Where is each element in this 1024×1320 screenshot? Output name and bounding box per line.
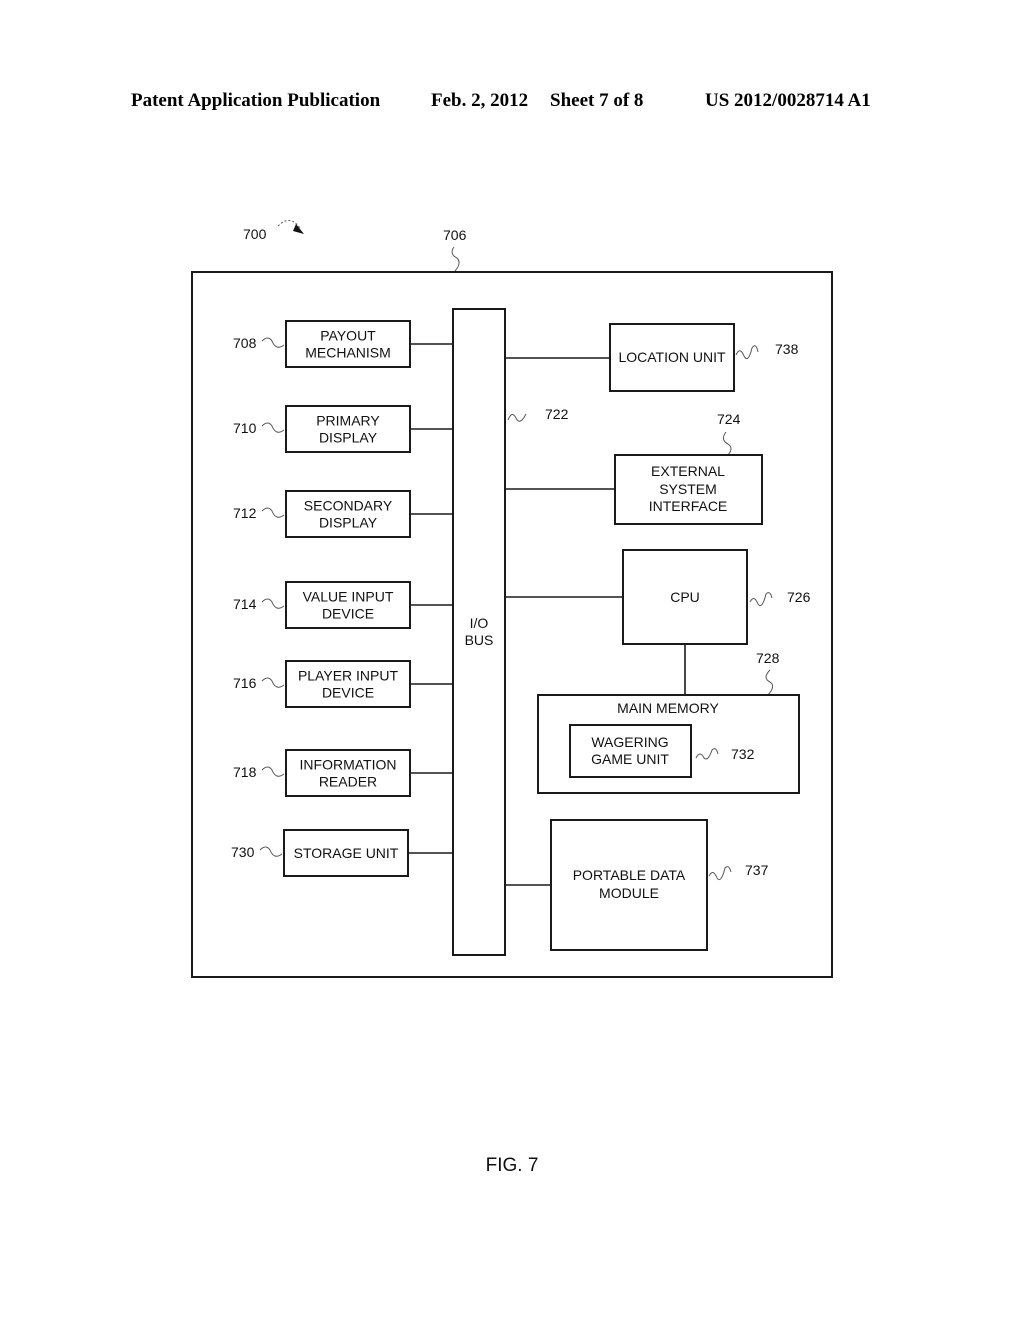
ref-726: 726: [787, 589, 811, 605]
ref-706: 706: [443, 227, 467, 243]
value-input-device-label-line1: VALUE INPUT: [303, 589, 394, 605]
ref-724: 724: [717, 411, 741, 427]
wagering-game-unit-label-line2: GAME UNIT: [591, 751, 669, 767]
ref-730: 730: [231, 844, 255, 860]
external-interface-label-line2: SYSTEM: [659, 481, 717, 497]
portable-data-module-label-line2: MODULE: [599, 885, 659, 901]
value-input-device-label-line2: DEVICE: [322, 606, 374, 622]
portable-data-module-label-line1: PORTABLE DATA: [573, 867, 686, 883]
figure-caption: FIG. 7: [486, 1155, 539, 1176]
io-bus-label-line1: I/O: [470, 615, 489, 631]
payout-mechanism-label-line2: MECHANISM: [305, 345, 391, 361]
player-input-device-label-line2: DEVICE: [322, 685, 374, 701]
arrowhead-icon: [293, 224, 304, 234]
external-interface-label-line1: EXTERNAL: [651, 463, 725, 479]
wagering-game-unit-label-line1: WAGERING: [591, 734, 668, 750]
ref-722: 722: [545, 406, 569, 422]
primary-display-label-line1: PRIMARY: [316, 413, 380, 429]
information-reader-label-line1: INFORMATION: [300, 757, 397, 773]
secondary-display-label-line1: SECONDARY: [304, 498, 393, 514]
ref-738: 738: [775, 341, 799, 357]
ref-714: 714: [233, 596, 257, 612]
ref-700: 700: [243, 226, 267, 242]
leader-706: [451, 246, 460, 272]
main-memory-label: MAIN MEMORY: [617, 700, 719, 716]
ref-710: 710: [233, 420, 257, 436]
ref-737: 737: [745, 862, 769, 878]
ref-708: 708: [233, 335, 257, 351]
secondary-display-label-line2: DISPLAY: [319, 515, 378, 531]
cpu-label: CPU: [670, 589, 700, 605]
io-bus-label-line2: BUS: [465, 632, 494, 648]
block-diagram: 700 706 I/O BUS 722 PAYOUTMECHANISM 708 PR…: [191, 220, 833, 1176]
ref-716: 716: [233, 675, 257, 691]
storage-unit-label-line1: STORAGE UNIT: [294, 845, 399, 861]
ref-732: 732: [731, 746, 755, 762]
ref-712: 712: [233, 505, 257, 521]
ref-718: 718: [233, 764, 257, 780]
player-input-device-label-line1: PLAYER INPUT: [298, 668, 399, 684]
information-reader-label-line2: READER: [319, 774, 377, 790]
ref-728: 728: [756, 650, 780, 666]
primary-display-label-line2: DISPLAY: [319, 430, 378, 446]
payout-mechanism-label-line1: PAYOUT: [320, 328, 376, 344]
external-interface-label-line3: INTERFACE: [649, 498, 728, 514]
location-unit-label: LOCATION UNIT: [618, 349, 726, 365]
